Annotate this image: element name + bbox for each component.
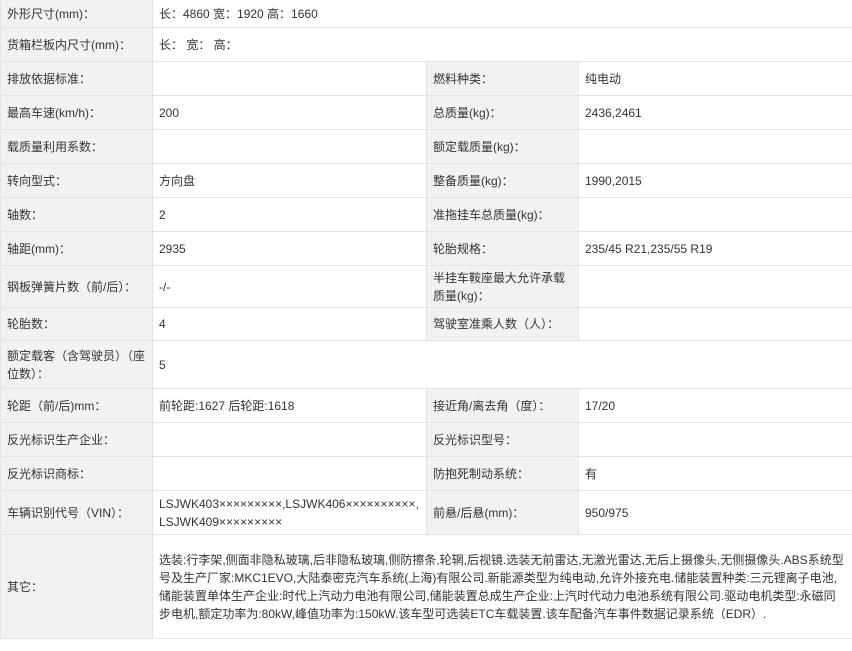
vin-value: LSJWK403×××××××××,LSJWK406××××××××××,LSJ… xyxy=(152,490,427,535)
abs-value: 有 xyxy=(577,456,852,491)
cab-occupants-value xyxy=(577,307,852,341)
reflector-maker-label: 反光标识生产企业： xyxy=(0,422,153,457)
row-cargo-box-dimensions: 货箱栏板内尺寸(mm)： 长： 宽： 高： xyxy=(0,27,852,62)
row-track-angles: 轮距（前/后)mm： 前轮距:1627 后轮距:1618 接近角/离去角（度）：… xyxy=(0,388,852,423)
trailer-mass-value xyxy=(577,197,852,232)
leaf-spring-label: 钢板弹簧片数（前/后）： xyxy=(0,265,153,308)
total-mass-value: 2436,2461 xyxy=(577,95,852,130)
track-width-label: 轮距（前/后)mm： xyxy=(0,388,153,423)
rated-load-value xyxy=(577,129,852,164)
other-value: 选装:行李架,侧面非隐私玻璃,后非隐私玻璃,侧防擦条,轮辋,后视镜.选装无前雷达… xyxy=(151,534,852,639)
axle-count-value: 2 xyxy=(152,197,427,232)
approach-departure-angle-value: 17/20 xyxy=(577,388,852,423)
row-load-utilization: 载质量利用系数： 额定载质量(kg)： xyxy=(0,129,852,164)
total-mass-label: 总质量(kg)： xyxy=(426,95,579,130)
axle-count-label: 轴数： xyxy=(0,197,153,232)
wheelbase-label: 轴距(mm)： xyxy=(0,231,153,266)
saddle-load-label: 半挂车鞍座最大允许承载质量(kg)： xyxy=(426,265,579,308)
fuel-type-value: 纯电动 xyxy=(577,61,852,96)
max-speed-value: 200 xyxy=(152,95,427,130)
reflector-model-label: 反光标识型号： xyxy=(426,422,579,457)
row-axles-trailer: 轴数： 2 准拖挂车总质量(kg)： xyxy=(0,197,852,232)
other-label: 其它： xyxy=(0,534,153,639)
steering-type-value: 方向盘 xyxy=(152,163,427,198)
emission-standard-value xyxy=(152,61,427,96)
tire-spec-value: 235/45 R21,235/55 R19 xyxy=(577,231,852,266)
cab-occupants-label: 驾驶室准乘人数（人）： xyxy=(426,307,579,341)
cargo-box-dimensions-label: 货箱栏板内尺寸(mm)： xyxy=(0,27,153,62)
tire-count-label: 轮胎数： xyxy=(0,307,153,341)
saddle-load-value xyxy=(577,265,852,308)
load-utilization-label: 载质量利用系数： xyxy=(0,129,153,164)
curb-mass-value: 1990,2015 xyxy=(577,163,852,198)
wheelbase-value: 2935 xyxy=(152,231,427,266)
row-emission-fuel: 排放依据标准： 燃料种类： 纯电动 xyxy=(0,61,852,96)
vin-label: 车辆识别代号（VIN）： xyxy=(0,490,153,535)
row-outer-dimensions: 外形尺寸(mm)： 长：4860 宽：1920 高：1660 xyxy=(0,0,852,28)
trailer-mass-label: 准拖挂车总质量(kg)： xyxy=(426,197,579,232)
approach-departure-angle-label: 接近角/离去角（度）： xyxy=(426,388,579,423)
track-width-value: 前轮距:1627 后轮距:1618 xyxy=(152,388,427,423)
vehicle-spec-table: 外形尺寸(mm)： 长：4860 宽：1920 高：1660 货箱栏板内尺寸(m… xyxy=(0,0,852,639)
overhang-label: 前悬/后悬(mm)： xyxy=(426,490,579,535)
overhang-value: 950/975 xyxy=(577,490,852,535)
reflector-brand-value xyxy=(152,456,427,491)
reflector-maker-value xyxy=(152,422,427,457)
row-reflector-brand-abs: 反光标识商标： 防抱死制动系统： 有 xyxy=(0,456,852,491)
outer-dimensions-label: 外形尺寸(mm)： xyxy=(0,0,153,28)
rated-passengers-value: 5 xyxy=(151,340,852,389)
row-vin-overhang: 车辆识别代号（VIN）： LSJWK403×××××××××,LSJWK406×… xyxy=(0,490,852,535)
row-rated-passengers: 额定载客（含驾驶员）（座位数）： 5 xyxy=(0,340,852,389)
emission-standard-label: 排放依据标准： xyxy=(0,61,153,96)
reflector-brand-label: 反光标识商标： xyxy=(0,456,153,491)
tire-count-value: 4 xyxy=(152,307,427,341)
row-reflector-maker: 反光标识生产企业： 反光标识型号： xyxy=(0,422,852,457)
steering-type-label: 转向型式： xyxy=(0,163,153,198)
fuel-type-label: 燃料种类： xyxy=(426,61,579,96)
curb-mass-label: 整备质量(kg)： xyxy=(426,163,579,198)
rated-load-label: 额定载质量(kg)： xyxy=(426,129,579,164)
row-wheelbase-tires: 轴距(mm)： 2935 轮胎规格： 235/45 R21,235/55 R19 xyxy=(0,231,852,266)
abs-label: 防抱死制动系统： xyxy=(426,456,579,491)
leaf-spring-value: -/- xyxy=(152,265,427,308)
cargo-box-dimensions-value: 长： 宽： 高： xyxy=(151,27,852,62)
rated-passengers-label: 额定载客（含驾驶员）（座位数）： xyxy=(0,340,153,389)
row-leaf-spring-saddle: 钢板弹簧片数（前/后）： -/- 半挂车鞍座最大允许承载质量(kg)： xyxy=(0,265,852,308)
outer-dimensions-value: 长：4860 宽：1920 高：1660 xyxy=(151,0,852,28)
row-other: 其它： 选装:行李架,侧面非隐私玻璃,后非隐私玻璃,侧防擦条,轮辋,后视镜.选装… xyxy=(0,534,852,639)
tire-spec-label: 轮胎规格： xyxy=(426,231,579,266)
reflector-model-value xyxy=(577,422,852,457)
row-speed-total-mass: 最高车速(km/h)： 200 总质量(kg)： 2436,2461 xyxy=(0,95,852,130)
max-speed-label: 最高车速(km/h)： xyxy=(0,95,153,130)
row-tire-count-cab: 轮胎数： 4 驾驶室准乘人数（人）： xyxy=(0,307,852,341)
row-steering-curb-mass: 转向型式： 方向盘 整备质量(kg)： 1990,2015 xyxy=(0,163,852,198)
load-utilization-value xyxy=(152,129,427,164)
